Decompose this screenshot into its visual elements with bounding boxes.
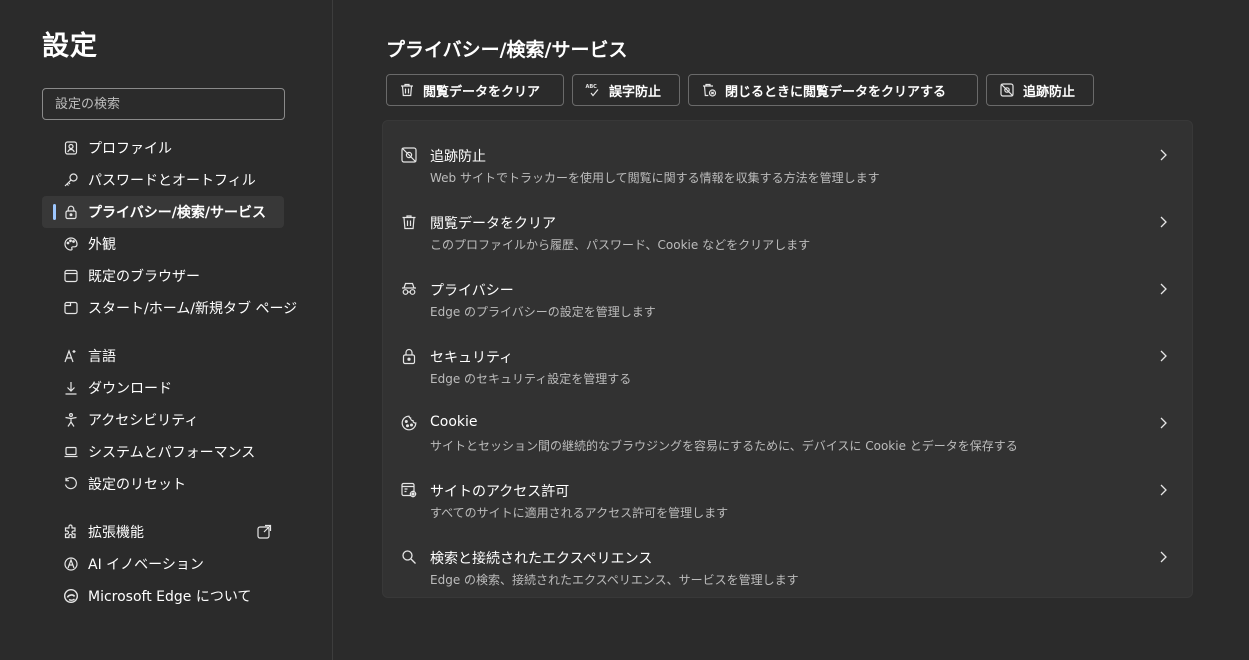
lock-icon [63, 204, 79, 220]
sidebar-item-extensions[interactable]: 拡張機能 [42, 516, 284, 548]
chevron-right-icon [1156, 482, 1170, 496]
sidebar-item-label: システムとパフォーマンス [88, 445, 256, 461]
row-title: 追跡防止 [430, 149, 486, 165]
trash-icon [400, 213, 418, 231]
quick-action-label: 誤字防止 [609, 84, 662, 100]
external-link-icon [256, 524, 272, 540]
sidebar-item-label: AI イノベーション [88, 557, 204, 573]
row-description: Edge の検索、接続されたエクスペリエンス、サービスを管理します [430, 573, 799, 587]
chevron-right-icon [1156, 415, 1170, 429]
sidebar-item-label: スタート/ホーム/新規タブ ページ [88, 301, 298, 317]
sidebar-item-label: Microsoft Edge について [88, 589, 252, 605]
sidebar-item-default-browser[interactable]: 既定のブラウザー [42, 260, 200, 292]
laptop-icon [63, 444, 79, 460]
sidebar-item-label: パスワードとオートフィル [88, 173, 256, 189]
tracking-prevention-icon [999, 82, 1015, 98]
key-icon [63, 172, 79, 188]
settings-row-tracking-prevention[interactable]: 追跡防止 Web サイトでトラッカーを使用して閲覧に関する情報を収集する方法を管… [383, 127, 1192, 194]
typo-protection-button[interactable]: ABC 誤字防止 [572, 74, 680, 106]
puzzle-icon [63, 524, 79, 540]
incognito-icon [400, 280, 418, 298]
sidebar-item-label: 拡張機能 [88, 525, 144, 541]
new-tab-icon [63, 300, 79, 316]
row-description: Web サイトでトラッカーを使用して閲覧に関する情報を収集する方法を管理します [430, 171, 880, 185]
sidebar-item-label: 言語 [88, 349, 116, 365]
settings-search-input[interactable] [42, 88, 285, 120]
lock-icon [400, 347, 418, 365]
sidebar-item-accessibility[interactable]: アクセシビリティ [42, 404, 198, 436]
sidebar-item-label: アクセシビリティ [88, 413, 199, 429]
quick-action-label: 追跡防止 [1023, 84, 1076, 100]
row-description: Edge のプライバシーの設定を管理します [430, 305, 656, 319]
row-description: このプロファイルから履歴、パスワード、Cookie などをクリアします [430, 238, 811, 252]
sidebar-item-start-home[interactable]: スタート/ホーム/新規タブ ページ [42, 292, 297, 324]
sidebar-item-downloads[interactable]: ダウンロード [42, 372, 172, 404]
sidebar-item-system[interactable]: システムとパフォーマンス [42, 436, 255, 468]
sidebar-item-languages[interactable]: 言語 [42, 340, 116, 372]
accessibility-icon [63, 412, 79, 428]
settings-row-search-and-connected[interactable]: 検索と接続されたエクスペリエンス Edge の検索、接続されたエクスペリエンス、… [383, 529, 1192, 596]
settings-row-security[interactable]: セキュリティ Edge のセキュリティ設定を管理する [383, 328, 1192, 395]
page-title: プライバシー/検索/サービス [386, 39, 628, 61]
settings-sidebar: 設定 プロファイル パスワードとオートフィル プライバシー/検索/サービス [0, 0, 333, 660]
chevron-right-icon [1156, 549, 1170, 563]
chevron-right-icon [1156, 147, 1170, 161]
tracking-prevention-icon [400, 146, 418, 164]
download-icon [63, 380, 79, 396]
row-description: サイトとセッション間の継続的なブラウジングを容易にするために、デバイスに Coo… [430, 439, 1018, 453]
settings-row-privacy[interactable]: プライバシー Edge のプライバシーの設定を管理します [383, 261, 1192, 328]
sidebar-item-ai-innovations[interactable]: AI イノベーション [42, 548, 204, 580]
row-description: すべてのサイトに適用されるアクセス許可を管理します [430, 506, 729, 520]
site-permissions-icon [400, 481, 418, 499]
language-icon [63, 348, 79, 364]
sidebar-item-about-edge[interactable]: Microsoft Edge について [42, 580, 251, 612]
edge-logo-icon [63, 588, 79, 604]
cookie-icon [400, 414, 418, 432]
row-title: 検索と接続されたエクスペリエンス [430, 551, 653, 567]
clear-on-close-button[interactable]: 閉じるときに閲覧データをクリアする [688, 74, 978, 106]
svg-text:ABC: ABC [586, 84, 598, 90]
chevron-right-icon [1156, 214, 1170, 228]
row-title: プライバシー [430, 283, 514, 299]
browser-window-icon [63, 268, 79, 284]
spellcheck-icon: ABC [585, 82, 601, 98]
row-description: Edge のセキュリティ設定を管理する [430, 372, 632, 386]
quick-action-label: 閉じるときに閲覧データをクリアする [725, 84, 947, 100]
reset-icon [63, 476, 79, 492]
privacy-settings-card: 追跡防止 Web サイトでトラッカーを使用して閲覧に関する情報を収集する方法を管… [382, 120, 1193, 598]
row-title: サイトのアクセス許可 [430, 484, 570, 500]
sidebar-item-label: 既定のブラウザー [88, 269, 200, 285]
palette-icon [63, 236, 79, 252]
profile-icon [63, 140, 79, 156]
sidebar-item-privacy[interactable]: プライバシー/検索/サービス [42, 196, 284, 228]
settings-row-clear-browsing-data[interactable]: 閲覧データをクリア このプロファイルから履歴、パスワード、Cookie などをク… [383, 194, 1192, 261]
sidebar-item-profile[interactable]: プロファイル [42, 132, 172, 164]
settings-row-site-permissions[interactable]: サイトのアクセス許可 すべてのサイトに適用されるアクセス許可を管理します [383, 462, 1192, 529]
sidebar-item-label: ダウンロード [88, 381, 172, 397]
settings-title: 設定 [42, 31, 98, 62]
trash-clock-icon [701, 82, 717, 98]
trash-icon [399, 82, 415, 98]
sidebar-item-passwords[interactable]: パスワードとオートフィル [42, 164, 256, 196]
sidebar-item-label: 外観 [88, 237, 116, 253]
sidebar-item-label: プロファイル [88, 141, 172, 157]
tracking-prevention-button[interactable]: 追跡防止 [986, 74, 1094, 106]
chevron-right-icon [1156, 348, 1170, 362]
search-icon [400, 548, 418, 566]
chevron-right-icon [1156, 281, 1170, 295]
row-title: セキュリティ [430, 350, 514, 366]
sidebar-item-appearance[interactable]: 外観 [42, 228, 116, 260]
settings-row-cookies[interactable]: Cookie サイトとセッション間の継続的なブラウジングを容易にするために、デバ… [383, 395, 1192, 462]
clear-browsing-data-button[interactable]: 閲覧データをクリア [386, 74, 564, 106]
row-title: 閲覧データをクリア [430, 216, 556, 232]
quick-action-label: 閲覧データをクリア [423, 84, 541, 100]
ai-icon [63, 556, 79, 572]
sidebar-item-reset[interactable]: 設定のリセット [42, 468, 186, 500]
sidebar-item-label: プライバシー/検索/サービス [88, 205, 266, 221]
row-title: Cookie [430, 414, 478, 430]
sidebar-item-label: 設定のリセット [88, 477, 186, 493]
